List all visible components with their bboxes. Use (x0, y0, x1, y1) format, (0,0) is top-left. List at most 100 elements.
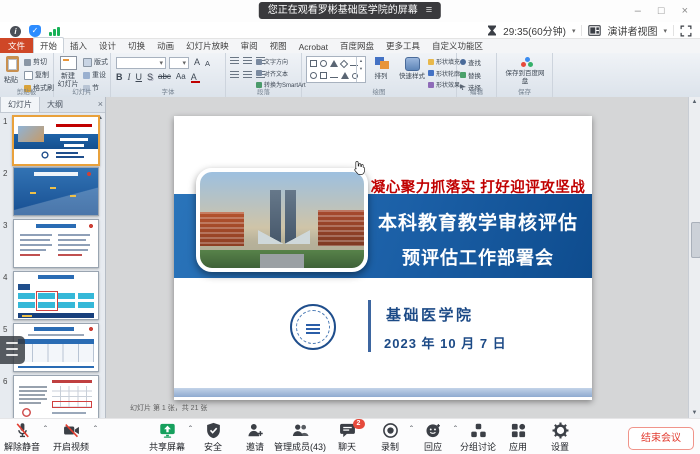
scrollbar-thumb[interactable] (691, 222, 700, 258)
quick-styles-icon[interactable] (405, 57, 420, 71)
tab-slideshow[interactable]: 幻灯片放映 (180, 38, 235, 54)
save-to-netdisk-button[interactable]: 保存到百度网盘 (503, 70, 547, 85)
slide-number-4: 4 (3, 273, 7, 282)
strikethrough-button[interactable]: abc (158, 72, 171, 82)
tab-design[interactable]: 设计 (93, 38, 122, 54)
quick-styles-button[interactable]: 快速样式 (394, 73, 430, 81)
new-slide-icon[interactable] (60, 56, 77, 70)
font-name-select[interactable]: ▾ (116, 57, 166, 69)
tab-home[interactable]: 开始 (33, 37, 64, 54)
breakout-rooms-button[interactable]: 分组讨论 (460, 422, 496, 453)
maximize-button[interactable]: □ (658, 5, 665, 17)
scroll-up-icon[interactable]: ▲ (689, 99, 700, 105)
tab-animations[interactable]: 动画 (151, 38, 180, 54)
shape-outline-button[interactable]: 形状轮廓 (428, 69, 460, 78)
bold-button[interactable]: B (116, 72, 123, 82)
slide-thumbnail-4[interactable] (13, 271, 99, 320)
panel-tab-slides[interactable]: 幻灯片 (0, 97, 40, 112)
window-titlebar: 您正在观看罗彬基础医学院的屏幕 ≡ – □ × (0, 0, 700, 23)
paste-button[interactable]: 粘贴 (4, 75, 18, 85)
breakout-rooms-icon (469, 422, 486, 439)
start-video-button[interactable]: 开启视频 (53, 422, 89, 453)
timer-dropdown-icon[interactable]: ▾ (572, 27, 576, 35)
font-size-select[interactable]: ▾ (169, 57, 189, 69)
mic-options-chevron[interactable]: ˆ (44, 425, 47, 434)
tab-review[interactable]: 审阅 (235, 38, 264, 54)
tab-more-tools[interactable]: 更多工具 (380, 38, 426, 54)
slide-thumbnail-6[interactable] (13, 375, 99, 418)
baidu-netdisk-icon[interactable] (521, 57, 533, 67)
chat-button[interactable]: 2 聊天 (338, 422, 356, 453)
reactions-options-chevron[interactable]: ˆ (454, 425, 457, 434)
panel-close-icon[interactable]: × (98, 99, 103, 109)
align-left-icon[interactable] (230, 71, 239, 79)
banner-menu-icon[interactable]: ≡ (426, 2, 432, 19)
video-options-chevron[interactable]: ˆ (94, 425, 97, 434)
apps-button[interactable]: 应用 (509, 422, 527, 453)
align-center-icon[interactable] (243, 71, 252, 79)
numbering-icon[interactable] (243, 57, 252, 65)
tab-insert[interactable]: 插入 (64, 38, 93, 54)
gallery-scroll[interactable]: ▲▼ (356, 57, 365, 82)
reactions-button[interactable]: 回应 (424, 422, 442, 453)
cut-button[interactable]: 剪切 (24, 57, 54, 67)
find-button[interactable]: 查找 (460, 57, 481, 67)
replace-button[interactable]: 替换 (460, 70, 481, 80)
record-button[interactable]: 录制 (381, 422, 399, 453)
grow-font-button[interactable]: A (194, 57, 200, 67)
manage-participants-button[interactable]: 管理成员(43) (274, 422, 326, 453)
end-meeting-button[interactable]: 结束会议 (628, 427, 694, 450)
meeting-info-icon[interactable]: i (10, 26, 21, 37)
security-button[interactable]: 安全 (204, 422, 222, 453)
view-mode-selector[interactable]: 演讲者视图 (607, 23, 657, 38)
encryption-shield-icon[interactable]: ✓ (29, 25, 41, 37)
shapes-gallery[interactable]: ▲▼ (306, 56, 366, 83)
underline-button[interactable]: U (136, 72, 143, 82)
current-slide[interactable]: 凝心聚力抓落实 打好迎评攻坚战 本科教育教学审核评估 预评估工作部署会 基础医学… (174, 116, 592, 400)
italic-button[interactable]: I (128, 72, 131, 82)
fullscreen-icon[interactable] (680, 25, 692, 37)
change-case-button[interactable]: Aa (176, 72, 186, 82)
panel-tab-outline[interactable]: 大纲 (40, 97, 70, 112)
paste-icon[interactable] (6, 56, 19, 72)
share-screen-button[interactable]: 共享屏幕 (149, 422, 185, 453)
scroll-down-icon[interactable]: ▼ (689, 410, 700, 416)
apps-icon (509, 422, 526, 439)
invite-icon (246, 422, 263, 439)
slide-thumbnail-1[interactable] (12, 115, 100, 166)
tab-custom[interactable]: 自定义功能区 (426, 38, 489, 54)
slide-date: 2023 年 10 月 7 日 (384, 333, 507, 352)
bullets-icon[interactable] (230, 57, 239, 65)
meeting-panel-handle[interactable] (0, 336, 25, 364)
view-dropdown-icon[interactable]: ▾ (663, 27, 667, 35)
invite-button[interactable]: 邀请 (246, 422, 264, 453)
reset-button[interactable]: 重设 (83, 70, 108, 80)
close-button[interactable]: × (682, 5, 688, 17)
slide-number-3: 3 (3, 221, 7, 230)
align-text-button[interactable]: 对齐文本 (256, 69, 306, 78)
arrange-button[interactable]: 排列 (366, 73, 396, 81)
layout-button[interactable]: 版式 (83, 57, 108, 67)
text-direction-button[interactable]: 文字方向 (256, 57, 306, 66)
slide-thumbnail-5[interactable] (13, 323, 99, 372)
meeting-timer[interactable]: 29:35(60分钟) (503, 23, 566, 38)
arrange-icon[interactable] (375, 57, 389, 69)
tab-transitions[interactable]: 切换 (122, 38, 151, 54)
unmute-button[interactable]: 解除静音 (4, 422, 40, 453)
shrink-font-button[interactable]: A (205, 59, 210, 68)
slide-thumbnail-2[interactable] (13, 167, 99, 216)
tab-baidu-netdisk[interactable]: 百度网盘 (334, 38, 380, 54)
share-options-chevron[interactable]: ˆ (189, 425, 192, 434)
slide-thumbnail-3[interactable] (13, 219, 99, 268)
font-color-button[interactable]: A (191, 72, 197, 82)
vertical-scrollbar[interactable]: ▲ ▼ (688, 97, 700, 418)
tab-view[interactable]: 视图 (264, 38, 293, 54)
shadow-button[interactable]: S (147, 72, 153, 82)
settings-button[interactable]: 设置 (551, 422, 569, 453)
shape-fill-button[interactable]: 形状填充 (428, 57, 460, 66)
copy-button[interactable]: 复制 (24, 70, 54, 80)
tab-acrobat[interactable]: Acrobat (293, 40, 334, 54)
tab-file[interactable]: 文件 (0, 38, 33, 54)
record-options-chevron[interactable]: ˆ (410, 425, 413, 434)
minimize-button[interactable]: – (635, 5, 641, 17)
